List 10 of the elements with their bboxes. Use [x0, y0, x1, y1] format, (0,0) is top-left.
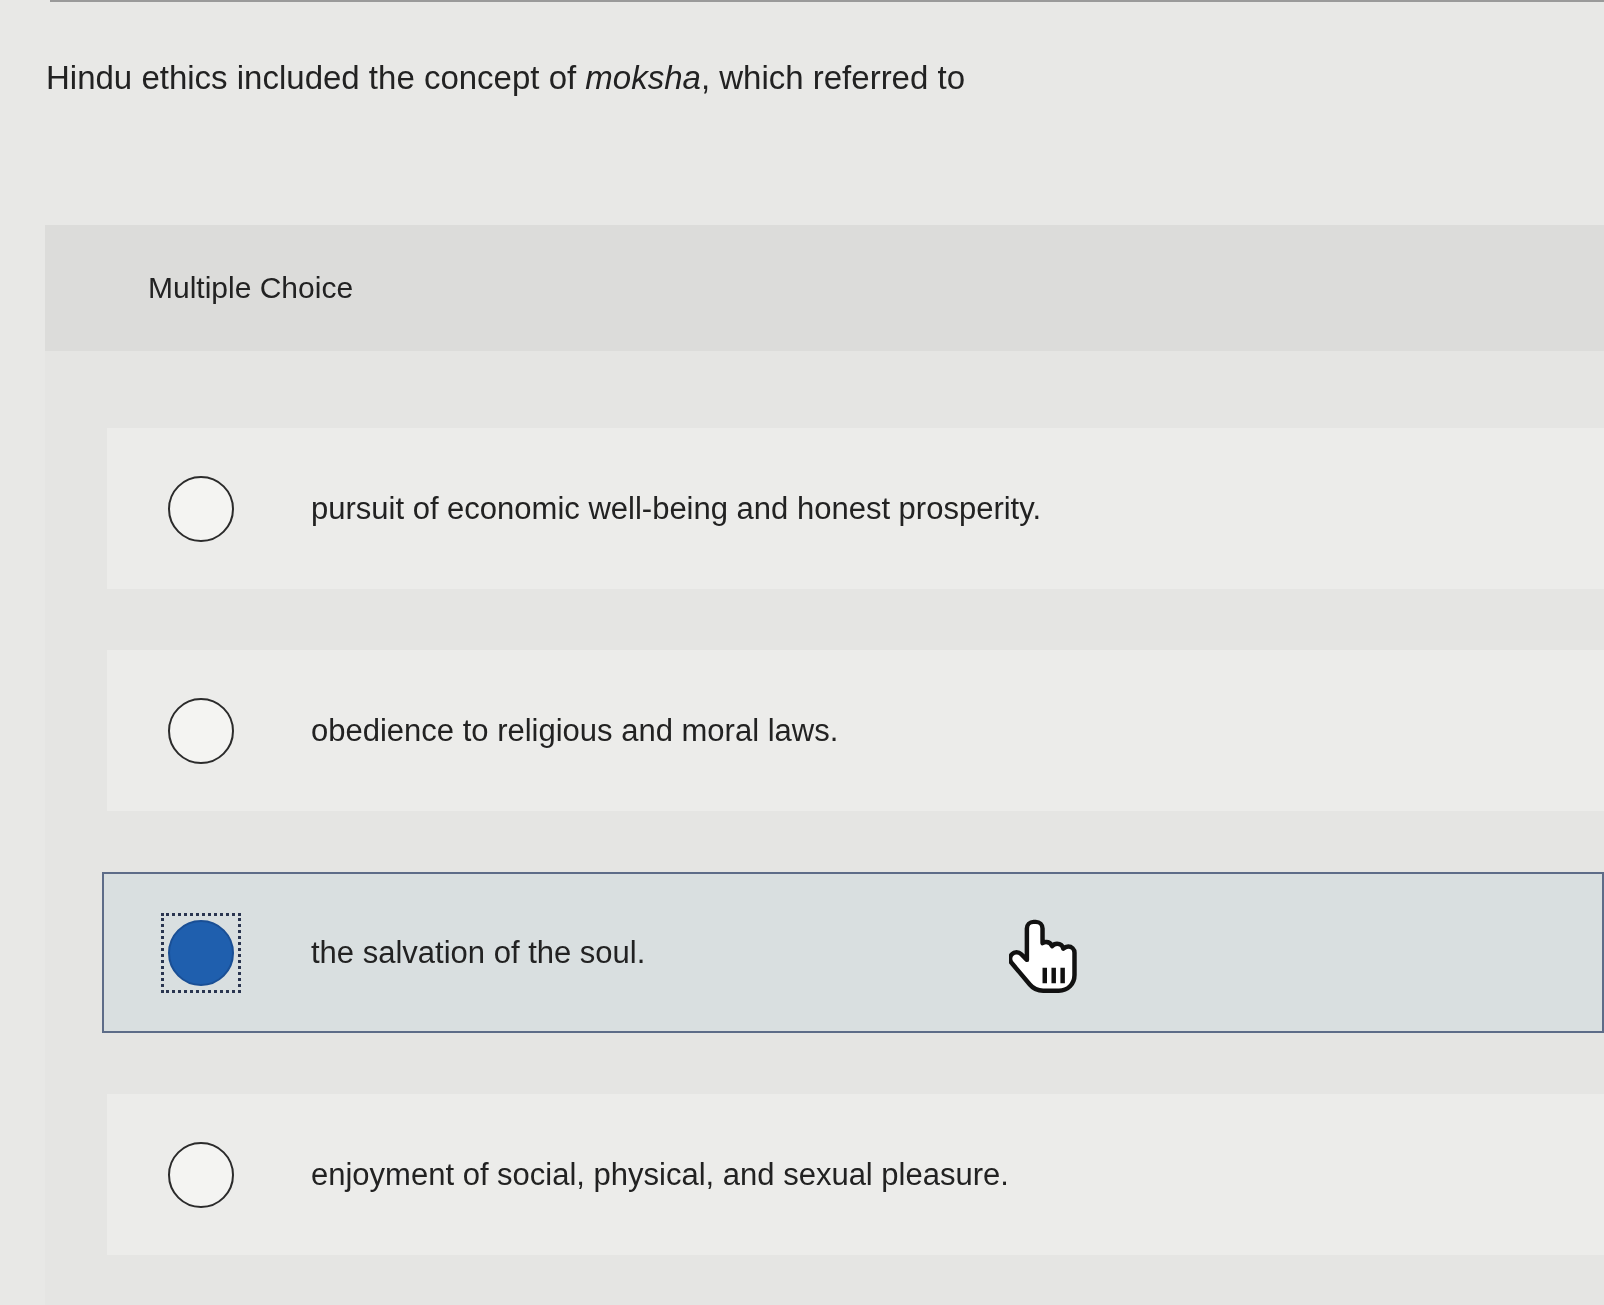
question-type-label: Multiple Choice [148, 270, 354, 306]
question-text: Hindu ethics included the concept of moksha, which referred to [46, 58, 966, 98]
option-text: obedience to religious and moral laws. [311, 711, 839, 750]
answer-option[interactable]: pursuit of economic well-being and honest prosperity. [107, 428, 1604, 589]
option-text: pursuit of economic well-being and honest prosperity. [311, 489, 1042, 528]
option-text: enjoyment of social, physical, and sexual pleasure. [311, 1155, 1009, 1194]
answer-option[interactable]: enjoyment of social, physical, and sexual pleasure. [107, 1094, 1604, 1255]
option-text: the salvation of the soul. [311, 933, 646, 972]
answer-option[interactable]: obedience to religious and moral laws. [107, 650, 1604, 811]
answer-option[interactable]: the salvation of the soul. [102, 872, 1604, 1033]
